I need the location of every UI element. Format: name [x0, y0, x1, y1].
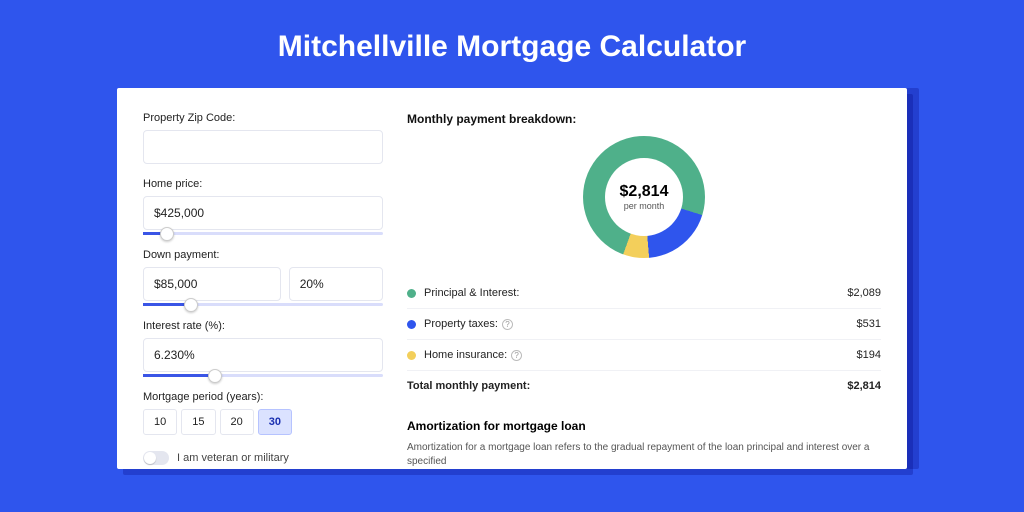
help-icon[interactable]: ?	[511, 350, 522, 361]
price-slider[interactable]	[143, 232, 383, 235]
period-group: 10 15 20 30	[143, 409, 383, 435]
legend-dot	[407, 351, 416, 360]
down-pct-input[interactable]	[289, 267, 383, 301]
veteran-label: I am veteran or military	[177, 452, 289, 464]
breakdown-row-value: $2,089	[847, 287, 881, 299]
calculator-card: Property Zip Code: Home price: Down paym…	[117, 88, 907, 469]
period-20[interactable]: 20	[220, 409, 254, 435]
legend-dot	[407, 320, 416, 329]
breakdown-rows: Principal & Interest: $2,089 Property taxe…	[407, 278, 881, 371]
breakdown-row-label: Home insurance:	[424, 349, 507, 361]
rate-slider[interactable]	[143, 374, 383, 377]
breakdown-row-value: $194	[857, 349, 881, 361]
payment-donut-chart: $2,814 per month	[583, 136, 705, 258]
period-15[interactable]: 15	[181, 409, 215, 435]
inputs-panel: Property Zip Code: Home price: Down paym…	[143, 112, 383, 469]
breakdown-row-label: Property taxes:	[424, 318, 498, 330]
rate-input[interactable]	[143, 338, 383, 372]
breakdown-title: Monthly payment breakdown:	[407, 112, 881, 126]
breakdown-total-row: Total monthly payment: $2,814	[407, 371, 881, 401]
breakdown-row: Home insurance:? $194	[407, 340, 881, 371]
legend-dot	[407, 289, 416, 298]
total-value: $2,814	[847, 380, 881, 392]
zip-input[interactable]	[143, 130, 383, 164]
breakdown-panel: Monthly payment breakdown: $2,814 per mo…	[407, 112, 881, 469]
amort-text: Amortization for a mortgage loan refers …	[407, 441, 881, 469]
page-title: Mitchellville Mortgage Calculator	[0, 0, 1024, 88]
amort-title: Amortization for mortgage loan	[407, 419, 881, 433]
donut-amount: $2,814	[620, 183, 669, 201]
down-label: Down payment:	[143, 249, 383, 261]
down-slider[interactable]	[143, 303, 383, 306]
period-30[interactable]: 30	[258, 409, 292, 435]
period-10[interactable]: 10	[143, 409, 177, 435]
price-label: Home price:	[143, 178, 383, 190]
breakdown-row-label: Principal & Interest:	[424, 287, 519, 299]
rate-label: Interest rate (%):	[143, 320, 383, 332]
total-label: Total monthly payment:	[407, 380, 530, 392]
breakdown-row: Property taxes:? $531	[407, 309, 881, 340]
breakdown-row: Principal & Interest: $2,089	[407, 278, 881, 309]
donut-sub: per month	[624, 201, 665, 211]
help-icon[interactable]: ?	[502, 319, 513, 330]
period-label: Mortgage period (years):	[143, 391, 383, 403]
zip-label: Property Zip Code:	[143, 112, 383, 124]
veteran-toggle[interactable]	[143, 451, 169, 465]
down-amount-input[interactable]	[143, 267, 281, 301]
breakdown-row-value: $531	[857, 318, 881, 330]
price-input[interactable]	[143, 196, 383, 230]
